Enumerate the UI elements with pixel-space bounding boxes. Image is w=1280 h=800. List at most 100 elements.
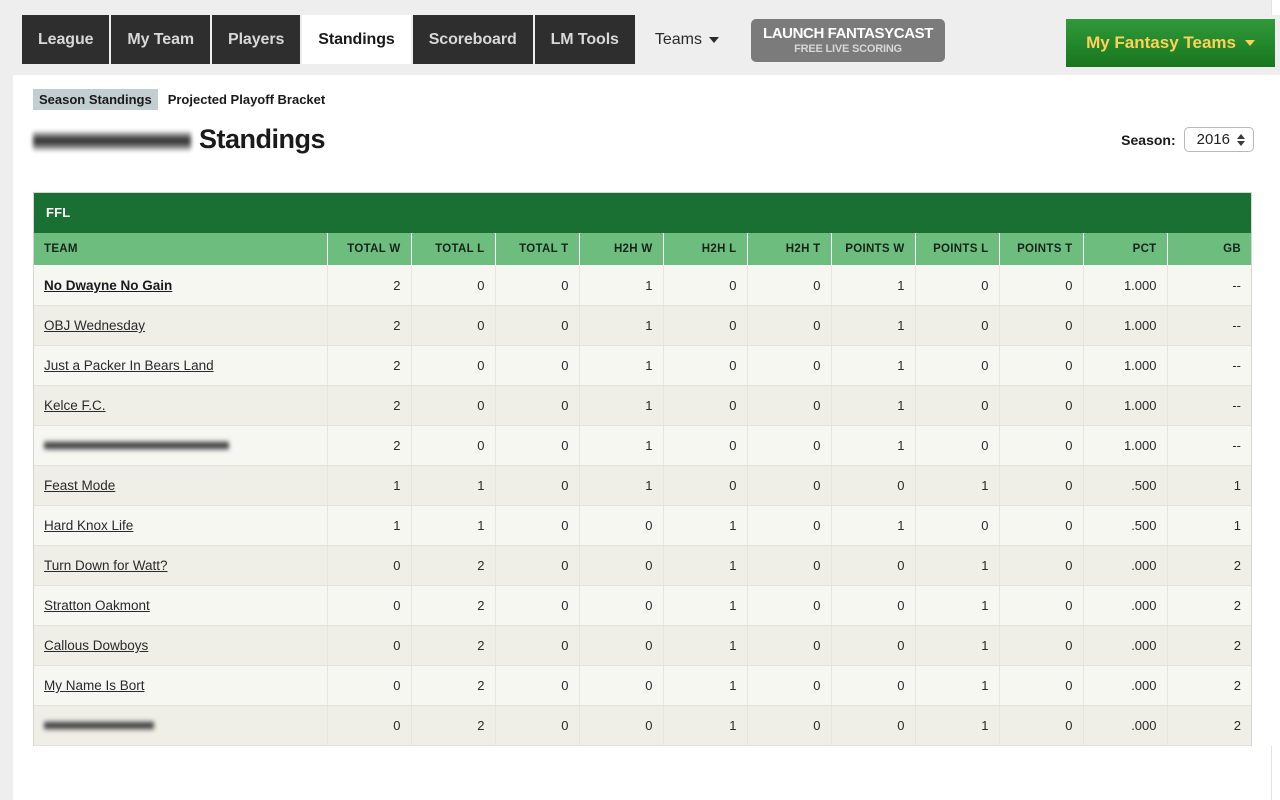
season-label: Season:	[1121, 131, 1176, 148]
standings-table-body: No Dwayne No Gain 2 0 0 1 0 0 1 0 0 1.000 -- OBJ Wed…	[34, 265, 1251, 746]
cell-h2h-t: 0	[747, 465, 832, 506]
launch-fantasycast-button[interactable]: LAUNCH FANTASYCAST FREE LIVE SCORING	[750, 19, 946, 62]
nav-tab-players[interactable]: Players	[212, 15, 301, 64]
cell-total-w: 2	[327, 425, 412, 466]
cell-points-l: 0	[915, 505, 1000, 546]
cell-points-t: 0	[999, 265, 1084, 306]
cell-h2h-l: 0	[663, 265, 748, 306]
cell-pct: 1.000	[1083, 345, 1168, 386]
column-header-points-w[interactable]: POINTS W	[831, 233, 916, 266]
cell-total-t: 0	[495, 665, 580, 706]
cell-total-t: 0	[495, 385, 580, 426]
cell-total-l: 0	[411, 345, 496, 386]
cell-h2h-w: 1	[579, 265, 664, 306]
cell-gb: --	[1167, 425, 1251, 466]
column-header-total-w[interactable]: TOTAL W	[327, 233, 412, 266]
cell-points-t: 0	[999, 585, 1084, 626]
cell-h2h-t: 0	[747, 625, 832, 666]
cell-h2h-w: 0	[579, 705, 664, 746]
nav-teams-dropdown[interactable]: Teams	[637, 15, 733, 64]
cell-h2h-t: 0	[747, 425, 832, 466]
column-header-points-t[interactable]: POINTS T	[999, 233, 1084, 266]
cell-h2h-t: 0	[747, 505, 832, 546]
cell-h2h-w: 0	[579, 545, 664, 586]
cell-total-w: 2	[327, 265, 412, 306]
cell-h2h-w: 0	[579, 505, 664, 546]
cell-points-l: 1	[915, 585, 1000, 626]
cell-pct: 1.000	[1083, 305, 1168, 346]
cell-total-l: 1	[411, 465, 496, 506]
table-row: My Name Is Bort 0 2 0 0 1 0 0 1 0.000 2	[34, 665, 1251, 706]
column-header-total-l[interactable]: TOTAL L	[411, 233, 496, 266]
cell-gb: 1	[1167, 465, 1251, 506]
column-header-gb[interactable]: GB	[1167, 233, 1251, 266]
team-name-link[interactable]: OBJ Wednesday	[44, 318, 145, 333]
cell-pct: .000	[1083, 665, 1168, 706]
cell-total-w: 2	[327, 345, 412, 386]
subnav-item-season-standings[interactable]: Season Standings	[33, 89, 158, 110]
cell-pct: 1.000	[1083, 385, 1168, 426]
standings-header-row: TEAM TOTAL W TOTAL L TOTAL T H2H W H2H L H2H T…	[34, 233, 1251, 266]
team-name-link[interactable]: My Name Is Bort	[44, 678, 145, 693]
team-name-redacted	[44, 439, 229, 451]
team-name-link[interactable]: Feast Mode	[44, 478, 115, 493]
cell-points-t: 0	[999, 705, 1084, 746]
nav-tab-league[interactable]: League	[22, 15, 110, 64]
cell-points-l: 1	[915, 465, 1000, 506]
column-header-h2h-t[interactable]: H2H T	[747, 233, 832, 266]
cell-points-l: 0	[915, 425, 1000, 466]
column-header-team[interactable]: TEAM	[34, 233, 328, 266]
standings-table-container: FFL TEAM TOTAL W TOTAL L TOTAL T H2H W H2H LH…	[33, 192, 1252, 746]
column-header-points-l[interactable]: POINTS L	[915, 233, 1000, 266]
cell-total-t: 0	[495, 505, 580, 546]
team-name-link[interactable]: No Dwayne No Gain	[44, 278, 172, 293]
cell-points-l: 0	[915, 305, 1000, 346]
cell-h2h-t: 0	[747, 385, 832, 426]
fantasycast-sub-label: FREE LIVE SCORING	[794, 42, 902, 55]
cell-gb: --	[1167, 265, 1251, 306]
cell-total-w: 0	[327, 545, 412, 586]
page-title: Standings	[199, 124, 326, 154]
cell-total-w: 0	[327, 705, 412, 746]
cell-gb: 2	[1167, 665, 1251, 706]
team-name-link[interactable]: Turn Down for Watt?	[44, 558, 168, 573]
table-row: Hard Knox Life 1 1 0 0 1 0 1 0 0.500 1	[34, 505, 1251, 546]
my-fantasy-teams-button[interactable]: My Fantasy Teams	[1066, 19, 1275, 67]
team-name-link[interactable]: Hard Knox Life	[44, 518, 133, 533]
season-select[interactable]: 2016	[1183, 127, 1254, 152]
team-name-link[interactable]: Just a Packer In Bears Land	[44, 358, 214, 373]
column-header-h2h-w[interactable]: H2H W	[579, 233, 664, 266]
cell-total-t: 0	[495, 265, 580, 306]
standings-table-caption: FFL	[34, 193, 1251, 233]
cell-points-w: 1	[831, 345, 916, 386]
subnav-item-projected-playoff-bracket[interactable]: Projected Playoff Bracket	[162, 89, 332, 110]
team-name-cell: Feast Mode	[34, 465, 328, 506]
cell-total-w: 2	[327, 385, 412, 426]
cell-total-t: 0	[495, 705, 580, 746]
cell-total-l: 0	[411, 305, 496, 346]
table-row: OBJ Wednesday 2 0 0 1 0 0 1 0 0 1.000 --	[34, 305, 1251, 346]
nav-tab-scoreboard[interactable]: Scoreboard	[412, 15, 533, 64]
cell-pct: 1.000	[1083, 265, 1168, 306]
cell-h2h-l: 1	[663, 585, 748, 626]
cell-points-w: 0	[831, 625, 916, 666]
team-name-link[interactable]: Callous Dowboys	[44, 638, 148, 653]
cell-h2h-w: 1	[579, 385, 664, 426]
cell-points-t: 0	[999, 345, 1084, 386]
column-header-pct[interactable]: PCT	[1083, 233, 1168, 266]
season-value: 2016	[1196, 131, 1230, 148]
nav-tab-my-team[interactable]: My Team	[111, 15, 211, 64]
team-name-link[interactable]: Stratton Oakmont	[44, 598, 150, 613]
team-name-cell: No Dwayne No Gain	[34, 265, 328, 306]
standings-table-head: TEAM TOTAL W TOTAL L TOTAL T H2H W H2H L H2H T…	[34, 233, 1251, 266]
nav-tab-lm-tools[interactable]: LM Tools	[534, 15, 635, 64]
cell-pct: .500	[1083, 465, 1168, 506]
column-header-total-t[interactable]: TOTAL T	[495, 233, 580, 266]
cell-points-w: 1	[831, 385, 916, 426]
nav-tab-standings[interactable]: Standings	[302, 15, 411, 64]
team-name-link[interactable]: Kelce F.C.	[44, 398, 106, 413]
column-header-h2h-l[interactable]: H2H L	[663, 233, 748, 266]
cell-points-w: 0	[831, 585, 916, 626]
stepper-arrows-icon[interactable]	[1237, 133, 1245, 146]
chevron-down-icon	[1245, 40, 1255, 46]
